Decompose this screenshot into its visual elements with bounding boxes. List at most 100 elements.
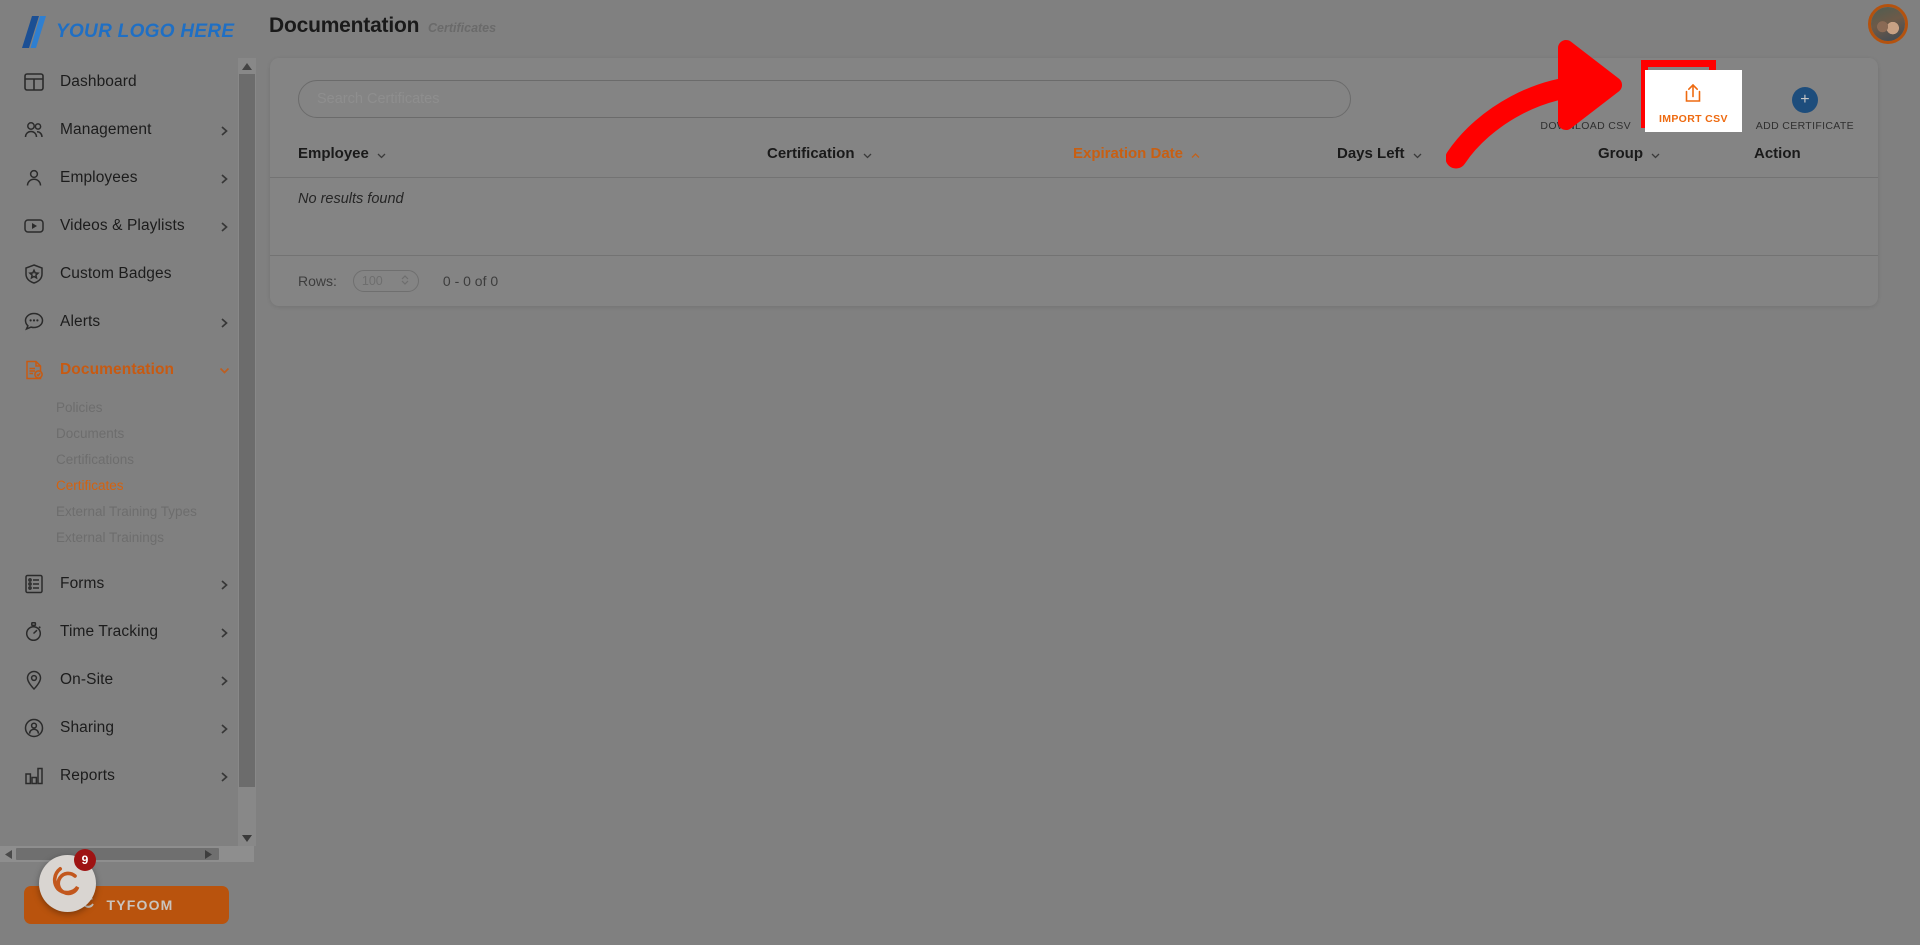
sidebar-subitem-label: Certificates [56,477,124,493]
breadcrumb: Certificates [428,21,497,35]
search-input[interactable] [298,80,1351,118]
sidebar-item-management[interactable]: Management [0,106,248,154]
sidebar-item-label: Alerts [60,313,101,330]
sidebar-item-label: Custom Badges [60,265,172,282]
chevron-right-icon [218,626,230,638]
scroll-right-arrow-icon[interactable] [200,846,216,862]
sidebar-subitem-certifications[interactable]: Certifications [0,446,248,472]
tyfoom-label: TYFOOM [106,897,174,913]
column-header-certification[interactable]: Certification [767,145,873,162]
sidebar-subitem-label: Policies [56,399,103,415]
form-list-icon [22,572,46,596]
page-title: Documentation [269,14,420,37]
sidebar-item-documentation[interactable]: Documentation [0,346,248,394]
dashboard-icon [22,70,46,94]
import-csv-button[interactable]: IMPORT CSV [1644,70,1742,132]
add-certificate-label: ADD CERTIFICATE [1755,120,1854,132]
sidebar-item-time-tracking[interactable]: Time Tracking [0,608,248,656]
chevron-right-icon [218,578,230,590]
share-user-icon [22,716,46,740]
page-vertical-scrollbar[interactable] [238,58,256,846]
sidebar-subitem-label: Certifications [56,451,135,467]
bar-chart-icon [22,764,46,788]
column-header-expiration-date[interactable]: Expiration Date [1073,145,1201,162]
sidebar-subitem-label: External Training Types [56,503,197,519]
column-header-label: Employee [298,145,369,162]
video-play-icon [22,214,46,238]
sidebar-item-alerts[interactable]: Alerts [0,298,248,346]
upload-icon [1678,78,1708,108]
sidebar-item-label: Employees [60,169,138,186]
chat-bubble-icon [22,310,46,334]
chevron-right-icon [218,316,230,328]
scroll-up-arrow-icon[interactable] [238,58,256,74]
chevron-right-icon [218,770,230,782]
sidebar-item-label: Documentation [60,361,175,378]
stepper-icon [400,274,410,289]
sidebar-item-label: On-Site [60,671,114,688]
chevron-down-icon [1412,148,1423,159]
chevron-down-icon [376,148,387,159]
sidebar-subitem-certificates[interactable]: Certificates [0,472,248,498]
column-header-label: Expiration Date [1073,145,1184,162]
map-pin-icon [22,668,46,692]
sidebar-subitem-policies[interactable]: Policies [0,394,248,420]
download-icon [1571,85,1601,115]
column-header-days-left[interactable]: Days Left [1337,145,1423,162]
chevron-right-icon [218,172,230,184]
chevron-up-icon [1190,148,1201,159]
column-header-label: Group [1598,145,1643,162]
scroll-down-arrow-icon[interactable] [238,830,256,846]
column-header-label: Days Left [1337,145,1405,162]
stopwatch-icon [22,620,46,644]
chevron-right-icon [218,674,230,686]
sidebar-item-videos-playlists[interactable]: Videos & Playlists [0,202,248,250]
sidebar-subitem-external-trainings[interactable]: External Trainings [0,524,248,550]
rows-per-page-value: 100 [361,274,383,288]
sidebar-item-forms[interactable]: Forms [0,560,248,608]
rows-label: Rows: [298,273,337,289]
sidebar-item-sharing[interactable]: Sharing [0,704,248,752]
main-content: Documentation Certificates Search Certif… [238,0,1920,945]
sidebar-item-reports[interactable]: Reports [0,752,248,800]
sidebar-item-label: Dashboard [60,73,137,90]
sidebar-item-on-site[interactable]: On-Site [0,656,248,704]
certificates-card: DOWNLOAD CSV IMPORT CSV [270,58,1878,306]
download-csv-button[interactable]: DOWNLOAD CSV [1540,85,1631,132]
users-icon [22,118,46,142]
scrollbar-thumb[interactable] [239,74,255,787]
sidebar-nav: Dashboard Management Employees Videos & … [0,58,248,846]
sidebar-subitem-label: External Trainings [56,529,165,545]
column-header-label: Action [1754,145,1801,162]
app-logo[interactable]: YOUR LOGO HERE [22,10,234,54]
column-header-action: Action [1754,145,1801,162]
sidebar-subitem-documents[interactable]: Documents [0,420,248,446]
rows-per-page-select[interactable]: 100 [352,270,419,292]
sidebar-item-custom-badges[interactable]: Custom Badges [0,250,248,298]
chevron-right-icon [218,220,230,232]
app-root: YOUR LOGO HERE Dashboard Management Empl… [0,0,1920,945]
tyfoom-notification-badge: 9 [74,849,96,871]
sidebar-item-dashboard[interactable]: Dashboard [0,58,248,106]
sidebar-item-label: Videos & Playlists [60,217,185,234]
sidebar-item-label: Forms [60,575,105,592]
plus-icon: + [1791,87,1818,113]
sidebar-item-employees[interactable]: Employees [0,154,248,202]
sidebar-horizontal-scrollbar[interactable] [0,846,254,862]
avatar[interactable] [1868,4,1908,44]
sidebar-item-label: Sharing [60,719,115,736]
sidebar-subitem-external-training-types[interactable]: External Training Types [0,498,248,524]
add-certificate-button[interactable]: + ADD CERTIFICATE [1756,85,1854,132]
sidebar-item-label: Time Tracking [60,623,159,640]
column-header-label: Certification [767,145,855,162]
column-header-group[interactable]: Group [1598,145,1661,162]
scrollbar-thumb[interactable] [16,848,219,860]
import-csv-label: IMPORT CSV [1658,113,1728,125]
logo-text: YOUR LOGO HERE [56,21,235,42]
chevron-right-icon [218,124,230,136]
user-icon [22,166,46,190]
chevron-down-icon [1650,148,1661,159]
column-header-employee[interactable]: Employee [298,145,387,162]
chevron-right-icon [218,722,230,734]
scroll-left-arrow-icon[interactable] [0,846,16,862]
